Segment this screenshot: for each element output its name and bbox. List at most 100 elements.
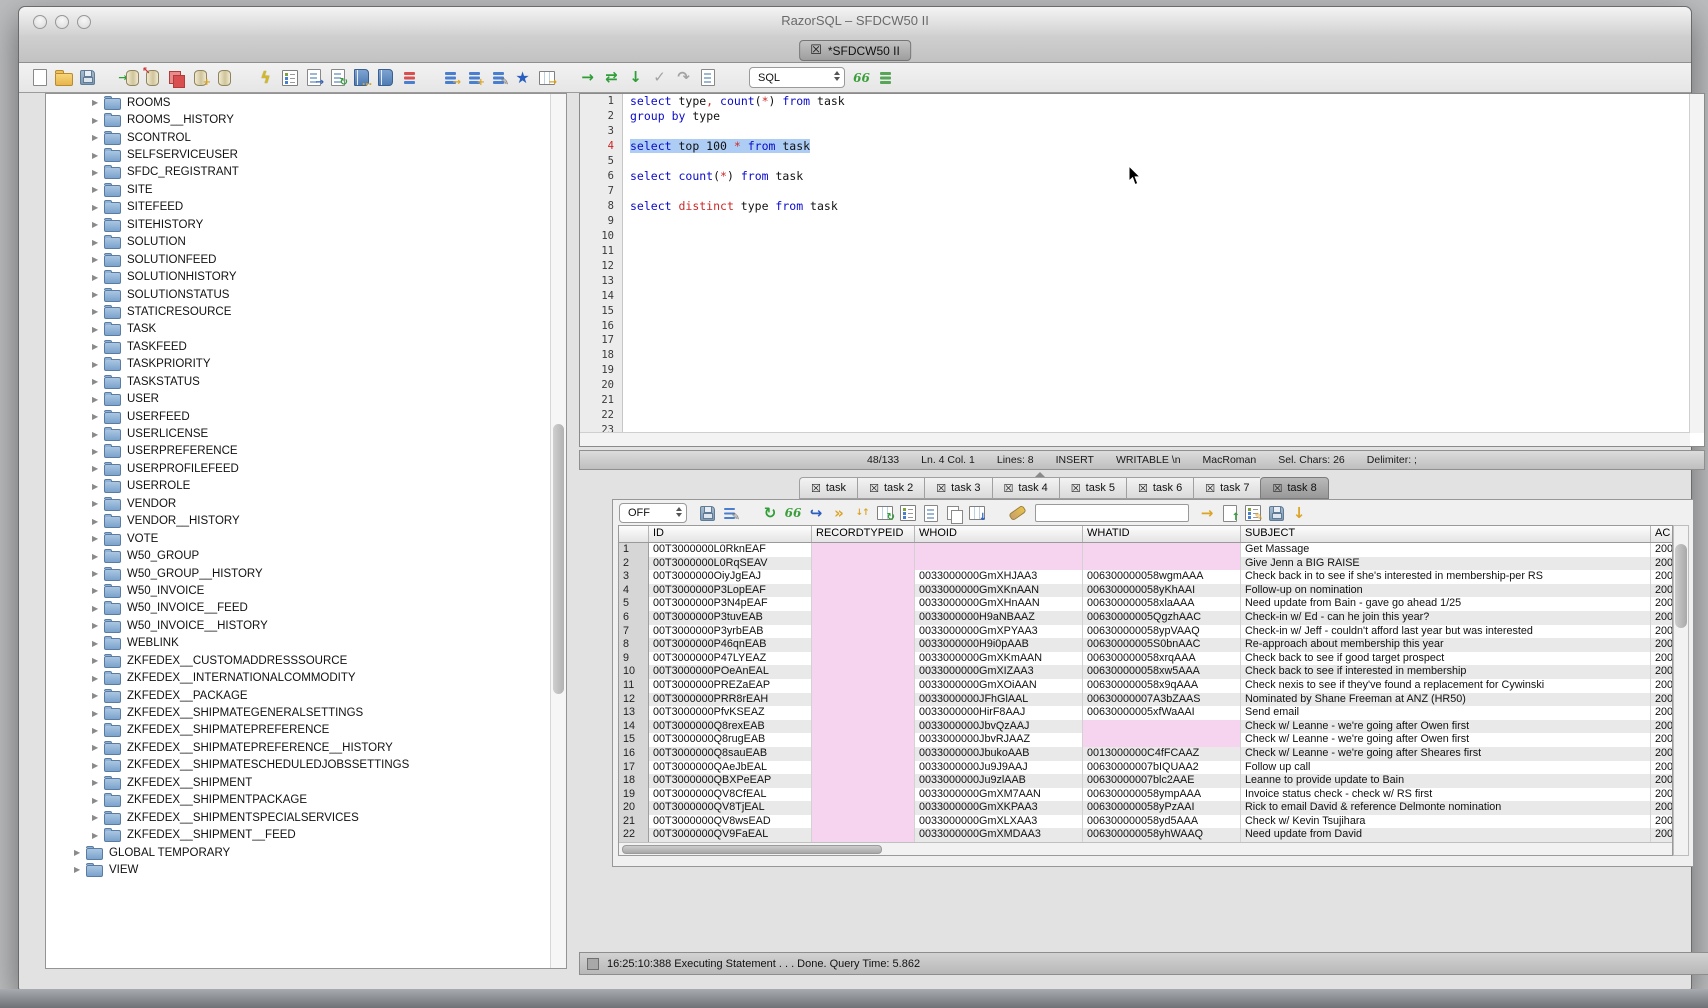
tab-close-icon[interactable]: ☒ (1138, 483, 1148, 494)
save-icon[interactable] (1266, 503, 1286, 523)
export-up-green-icon[interactable]: ↑ (1220, 503, 1240, 523)
column-header-AC[interactable]: AC (1651, 526, 1673, 542)
book-icon[interactable] (375, 67, 396, 88)
text-doc-icon[interactable] (697, 67, 718, 88)
tree-item-userrole[interactable]: ▶USERROLE (46, 478, 566, 495)
disclosure-triangle-icon[interactable]: ▶ (92, 377, 104, 386)
table-paste-icon[interactable]: ↓ (967, 503, 987, 523)
titlebar[interactable]: RazorSQL – SFDCW50 II (19, 7, 1691, 35)
disclosure-triangle-icon[interactable]: ▶ (74, 848, 86, 857)
tree-item-sitehistory[interactable]: ▶SITEHISTORY (46, 216, 566, 233)
tree-item-w50_invoice__history[interactable]: ▶W50_INVOICE__HISTORY (46, 617, 566, 634)
disclosure-triangle-icon[interactable]: ▶ (92, 447, 104, 456)
save-icon[interactable] (697, 503, 717, 523)
tree-item-zkfedex__shipment[interactable]: ▶ZKFEDEX__SHIPMENT (46, 774, 566, 791)
copy-red-icon[interactable] (166, 67, 187, 88)
column-header-SUBJECT[interactable]: SUBJECT (1241, 526, 1651, 542)
clipboard-edit-icon[interactable]: ✎ (1243, 503, 1263, 523)
disclosure-triangle-icon[interactable]: ▶ (92, 185, 104, 194)
disclosure-triangle-icon[interactable]: ▶ (92, 796, 104, 805)
table-row[interactable]: 900T3000000P47LYEAZ0033000000GmXKmAAN006… (619, 652, 1672, 666)
grid-vscroll-thumb[interactable] (1675, 544, 1687, 628)
disclosure-triangle-icon[interactable]: ▶ (92, 552, 104, 561)
tab-close-icon[interactable]: ☒ (1071, 483, 1081, 494)
column-header-WHOID[interactable]: WHOID (915, 526, 1083, 542)
green-arrows-swap-icon[interactable]: ⇄ (601, 67, 622, 88)
copy-pages-icon[interactable] (944, 503, 964, 523)
table-row[interactable]: 400T3000000P3LopEAF0033000000GmXKnAAN006… (619, 584, 1672, 598)
grid-horizontal-scrollbar[interactable] (619, 842, 1672, 855)
disclosure-triangle-icon[interactable]: ▶ (92, 621, 104, 630)
table-row[interactable]: 200T3000000L0RqSEAVGive Jenn a BIG RAISE… (619, 557, 1672, 571)
table-row[interactable]: 1500T3000000Q8rugEAB0033000000JbvRJAAZCh… (619, 733, 1672, 747)
db-connect-icon[interactable]: → (118, 67, 139, 88)
result-tab-task-7[interactable]: ☒task 7 (1193, 477, 1260, 499)
tree-item-zkfedex__shipmatescheduledjobssettings[interactable]: ▶ZKFEDEX__SHIPMATESCHEDULEDJOBSSETTINGS (46, 757, 566, 774)
list-arrow-icon[interactable]: → (440, 67, 461, 88)
result-tab-task-4[interactable]: ☒task 4 (992, 477, 1059, 499)
column-header-WHATID[interactable]: WHATID (1083, 526, 1241, 542)
disclosure-triangle-icon[interactable]: ▶ (92, 255, 104, 264)
tree-item-rooms[interactable]: ▶ROOMS (46, 94, 566, 111)
tree-item-zkfedex__shipmatepreference[interactable]: ▶ZKFEDEX__SHIPMATEPREFERENCE (46, 722, 566, 739)
tree-vertical-scrollbar[interactable] (550, 94, 566, 968)
db-sparkle-icon[interactable]: + (190, 67, 211, 88)
sql-mode-select[interactable]: SQL (749, 67, 845, 88)
table-row[interactable]: 1000T3000000POeAnEAL0033000000GmXIZAA300… (619, 665, 1672, 679)
tree-item-user[interactable]: ▶USER (46, 390, 566, 407)
tree-item-solution[interactable]: ▶SOLUTION (46, 234, 566, 251)
tree-item-userprofilefeed[interactable]: ▶USERPROFILEFEED (46, 460, 566, 477)
tree-item-sitefeed[interactable]: ▶SITEFEED (46, 199, 566, 216)
tab-close-icon[interactable]: ☒ (1205, 483, 1215, 494)
tree-item-view[interactable]: ▶VIEW (46, 861, 566, 878)
table-row[interactable]: 800T3000000P46qnEAB0033000000H9i0pAAB006… (619, 638, 1672, 652)
list-pencil-icon[interactable]: ✎ (488, 67, 509, 88)
document-tab[interactable]: ☒ *SFDCW50 II (799, 40, 911, 61)
table-row[interactable]: 1100T3000000PREZaEAP0033000000GmXOiAAN00… (619, 679, 1672, 693)
disclosure-triangle-icon[interactable]: ▶ (92, 273, 104, 282)
tree-item-w50_group__history[interactable]: ▶W50_GROUP__HISTORY (46, 565, 566, 582)
table-row[interactable]: 100T3000000L0RknEAFGet Massage200 (619, 543, 1672, 557)
results-search-input[interactable] (1035, 504, 1189, 522)
disclosure-triangle-icon[interactable]: ▶ (92, 168, 104, 177)
copy-blue-arrow-icon[interactable]: ↪ (806, 503, 826, 523)
tree-item-global temporary[interactable]: ▶GLOBAL TEMPORARY (46, 844, 566, 861)
table-row[interactable]: 600T3000000P3tuvEAB0033000000H9aNBAAZ006… (619, 611, 1672, 625)
column-header-rownum[interactable] (619, 526, 649, 542)
grid-hscroll-thumb[interactable] (622, 845, 882, 854)
grid-vertical-scrollbar[interactable] (1673, 525, 1689, 856)
green-arrow-right-icon[interactable]: → (577, 67, 598, 88)
highlighter-icon[interactable] (1007, 503, 1027, 523)
table-row[interactable]: 1600T3000000Q8sauEAB0033000000JbukoAAB00… (619, 747, 1672, 761)
tree-item-zkfedex__shipmentspecialservices[interactable]: ▶ZKFEDEX__SHIPMENTSPECIALSERVICES (46, 809, 566, 826)
disclosure-triangle-icon[interactable]: ▶ (92, 586, 104, 595)
favorites-star-icon[interactable]: ★ (512, 67, 533, 88)
save-icon[interactable] (77, 67, 98, 88)
rollback-curve-icon[interactable]: ↷ (673, 67, 694, 88)
disclosure-triangle-icon[interactable]: ▶ (92, 709, 104, 718)
result-tab-task-3[interactable]: ☒task 3 (924, 477, 991, 499)
tree-item-solutionfeed[interactable]: ▶SOLUTIONFEED (46, 251, 566, 268)
tree-item-zkfedex__shipmentpackage[interactable]: ▶ZKFEDEX__SHIPMENTPACKAGE (46, 792, 566, 809)
refresh-green-icon[interactable]: ↻ (760, 503, 780, 523)
tree-item-sfdc_registrant[interactable]: ▶SFDC_REGISTRANT (46, 164, 566, 181)
tab-close-icon[interactable]: ☒ (811, 483, 821, 494)
tab-close-icon[interactable]: ☒ (1004, 483, 1014, 494)
disclosure-triangle-icon[interactable]: ▶ (92, 203, 104, 212)
tab-close-icon[interactable]: ☒ (936, 483, 946, 494)
tab-close-icon[interactable]: ☒ (1272, 483, 1282, 494)
tree-scrollbar-thumb[interactable] (553, 424, 564, 694)
table-row[interactable]: 1200T3000000PRR8rEAH0033000000JFhGlAAL00… (619, 693, 1672, 707)
disclosure-triangle-icon[interactable]: ▶ (92, 743, 104, 752)
table-row[interactable]: 1800T3000000QBXPeEAP0033000000Ju9zlAAB00… (619, 774, 1672, 788)
quotes-green-icon[interactable]: 66 (851, 67, 872, 88)
tree-item-vendor__history[interactable]: ▶VENDOR__HISTORY (46, 513, 566, 530)
disclosure-triangle-icon[interactable]: ▶ (92, 464, 104, 473)
tree-item-taskpriority[interactable]: ▶TASKPRIORITY (46, 356, 566, 373)
quotes-green-icon[interactable]: 66 (783, 503, 803, 523)
disclosure-triangle-icon[interactable]: ▶ (92, 482, 104, 491)
disclosure-triangle-icon[interactable]: ▶ (92, 569, 104, 578)
tree-item-zkfedex__shipment__feed[interactable]: ▶ZKFEDEX__SHIPMENT__FEED (46, 826, 566, 843)
disclosure-triangle-icon[interactable]: ▶ (92, 325, 104, 334)
editor-vertical-scrollbar[interactable] (1689, 94, 1704, 433)
